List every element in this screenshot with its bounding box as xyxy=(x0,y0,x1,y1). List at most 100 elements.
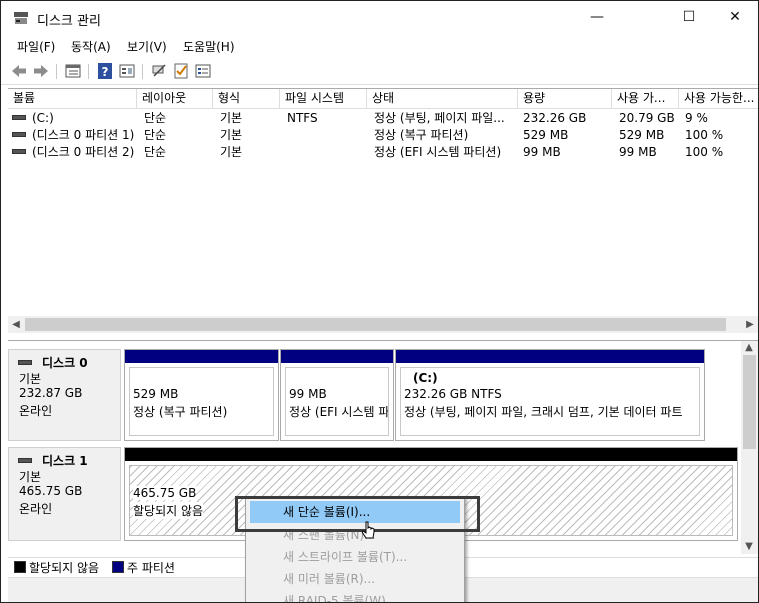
layout-cell: 단순 xyxy=(144,145,167,159)
minimize-icon: — xyxy=(590,9,604,25)
toolbar-separator xyxy=(142,64,143,79)
horizontal-scroll-thumb[interactable] xyxy=(25,318,726,331)
scroll-right-icon[interactable]: ▶ xyxy=(742,316,758,333)
partition-size: 99 MB xyxy=(289,387,327,401)
table-row[interactable]: (디스크 0 파티션 1) 단순 기본 정상 (복구 파티션) 529 MB 5… xyxy=(8,127,758,144)
settings-icon[interactable] xyxy=(194,62,212,80)
close-button[interactable]: ✕ xyxy=(712,1,758,34)
column-header-volume[interactable]: 볼륨 xyxy=(8,89,137,108)
toolbar-separator xyxy=(88,64,89,79)
column-header-free-space[interactable]: 사용 가... xyxy=(612,89,679,108)
column-header-layout[interactable]: 레이아웃 xyxy=(137,89,213,108)
back-icon[interactable] xyxy=(10,62,28,80)
column-header-filesystem[interactable]: 파일 시스템 xyxy=(280,89,367,108)
disk-name: 디스크 0 xyxy=(42,356,88,370)
vertical-scrollbar[interactable]: ▲ ▼ xyxy=(741,341,758,554)
disk-1-label[interactable]: 디스크 1 기본 465.75 GB 온라인 xyxy=(8,447,121,541)
help-icon[interactable]: ? xyxy=(96,62,114,80)
menu-view[interactable]: 보기(V) xyxy=(127,38,167,55)
partition-body: 529 MB 정상 (복구 파티션) xyxy=(129,367,274,436)
legend-swatch-primary xyxy=(112,561,124,573)
type-cell: 기본 xyxy=(220,111,243,125)
volume-cell: (C:) xyxy=(12,110,137,127)
filesystem-cell xyxy=(287,144,367,161)
disk-management-window: 디스크 관리 — ☐ ✕ 파일(F) 동작(A) 보기(V) 도움말(H) ? … xyxy=(0,0,759,603)
partition-efi[interactable]: 99 MB 정상 (EFI 시스템 파 xyxy=(280,349,394,441)
menu-help[interactable]: 도움말(H) xyxy=(183,38,235,55)
volume-name: (디스크 0 파티션 1) xyxy=(32,128,135,142)
toolbar-separator xyxy=(56,64,57,79)
volume-icon xyxy=(12,149,26,154)
percent-free-cell: 100 % xyxy=(685,128,724,142)
menu-item-new-raid5-volume[interactable]: 새 RAID-5 볼륨(W)... xyxy=(246,590,464,602)
disk-size: 465.75 GB xyxy=(19,484,83,498)
disk-icon xyxy=(18,360,32,365)
partition-recovery[interactable]: 529 MB 정상 (복구 파티션) xyxy=(124,349,279,441)
check-icon[interactable] xyxy=(172,62,190,80)
primary-partition-band xyxy=(281,350,393,363)
disk-management-app-icon xyxy=(14,12,28,24)
partition-c-drive[interactable]: (C:) 232.26 GB NTFS 정상 (부팅, 페이지 파일, 크래시 … xyxy=(395,349,705,441)
disk-name: 디스크 1 xyxy=(42,454,88,468)
unallocated-state: 할당되지 않음 xyxy=(133,502,204,519)
table-row[interactable]: (디스크 0 파티션 2) 단순 기본 정상 (EFI 시스템 파티션) 99 … xyxy=(8,144,758,161)
menu-item-new-mirrored-volume[interactable]: 새 미러 볼륨(R)... xyxy=(246,568,464,590)
status-cell: 정상 (복구 파티션) xyxy=(374,128,469,142)
highlight-box xyxy=(235,496,480,532)
disk-icon xyxy=(18,458,32,463)
column-header-capacity[interactable]: 용량 xyxy=(518,89,612,108)
primary-partition-band xyxy=(125,350,278,363)
horizontal-scrollbar[interactable]: ◀ ▶ xyxy=(8,316,758,333)
minimize-button[interactable]: — xyxy=(574,1,620,34)
capacity-cell: 99 MB xyxy=(523,145,561,159)
volume-cell: (디스크 0 파티션 1) xyxy=(12,127,137,144)
partition-size: 529 MB xyxy=(133,387,179,401)
maximize-button[interactable]: ☐ xyxy=(666,1,712,34)
status-cell: 정상 (부팅, 페이지 파일... xyxy=(374,111,505,125)
properties-icon[interactable] xyxy=(118,62,136,80)
menu-action[interactable]: 동작(A) xyxy=(71,38,111,55)
disk-type: 기본 xyxy=(19,372,42,386)
title-bar: 디스크 관리 — ☐ ✕ xyxy=(1,1,758,34)
vertical-scroll-thumb[interactable] xyxy=(743,355,756,449)
menu-bar: 파일(F) 동작(A) 보기(V) 도움말(H) xyxy=(1,35,758,57)
column-header-percent-free[interactable]: 사용 가능한... xyxy=(679,89,758,108)
column-header-status[interactable]: 상태 xyxy=(367,89,518,108)
unallocated-band xyxy=(125,448,737,461)
scroll-up-icon[interactable]: ▲ xyxy=(741,339,757,356)
percent-free-cell: 9 % xyxy=(685,111,708,125)
status-cell: 정상 (EFI 시스템 파티션) xyxy=(374,145,502,159)
forward-icon[interactable] xyxy=(32,62,50,80)
free-space-cell: 529 MB xyxy=(619,128,665,142)
volume-list: 볼륨 레이아웃 형식 파일 시스템 상태 용량 사용 가... 사용 가능한..… xyxy=(8,88,758,335)
filesystem-cell: NTFS xyxy=(287,111,318,125)
volume-icon xyxy=(12,132,26,137)
disk-size: 232.87 GB xyxy=(19,386,83,400)
legend-label-unallocated: 할당되지 않음 xyxy=(29,561,100,575)
disk-type: 기본 xyxy=(19,470,42,484)
partition-state: 정상 (복구 파티션) xyxy=(133,405,228,419)
maximize-icon: ☐ xyxy=(682,9,696,25)
scroll-left-icon[interactable]: ◀ xyxy=(8,316,24,333)
capacity-cell: 232.26 GB xyxy=(523,111,587,125)
layout-cell: 단순 xyxy=(144,128,167,142)
menu-item-new-striped-volume[interactable]: 새 스트라이프 볼륨(T)... xyxy=(246,546,464,568)
legend-swatch-unallocated xyxy=(14,561,26,573)
filesystem-cell xyxy=(287,127,367,144)
free-space-cell: 99 MB xyxy=(619,145,657,159)
toolbar: ? xyxy=(1,58,758,85)
free-space-cell: 20.79 GB xyxy=(619,111,675,125)
scroll-down-icon[interactable]: ▼ xyxy=(741,538,757,555)
list-view-icon[interactable] xyxy=(64,62,82,80)
menu-file[interactable]: 파일(F) xyxy=(17,38,55,55)
partition-body: (C:) 232.26 GB NTFS 정상 (부팅, 페이지 파일, 크래시 … xyxy=(400,367,700,436)
volume-list-header: 볼륨 레이아웃 형식 파일 시스템 상태 용량 사용 가... 사용 가능한..… xyxy=(8,89,758,109)
column-header-type[interactable]: 형식 xyxy=(213,89,280,108)
legend-label-primary: 주 파티션 xyxy=(127,561,175,575)
primary-partition-band xyxy=(396,350,704,363)
table-row[interactable]: (C:) 단순 기본 NTFS 정상 (부팅, 페이지 파일... 232.26… xyxy=(8,110,758,127)
disk-0-label[interactable]: 디스크 0 기본 232.87 GB 온라인 xyxy=(8,349,121,441)
unallocated-size: 465.75 GB xyxy=(133,486,197,500)
connect-icon[interactable] xyxy=(150,62,168,80)
partition-body: 99 MB 정상 (EFI 시스템 파 xyxy=(285,367,389,436)
